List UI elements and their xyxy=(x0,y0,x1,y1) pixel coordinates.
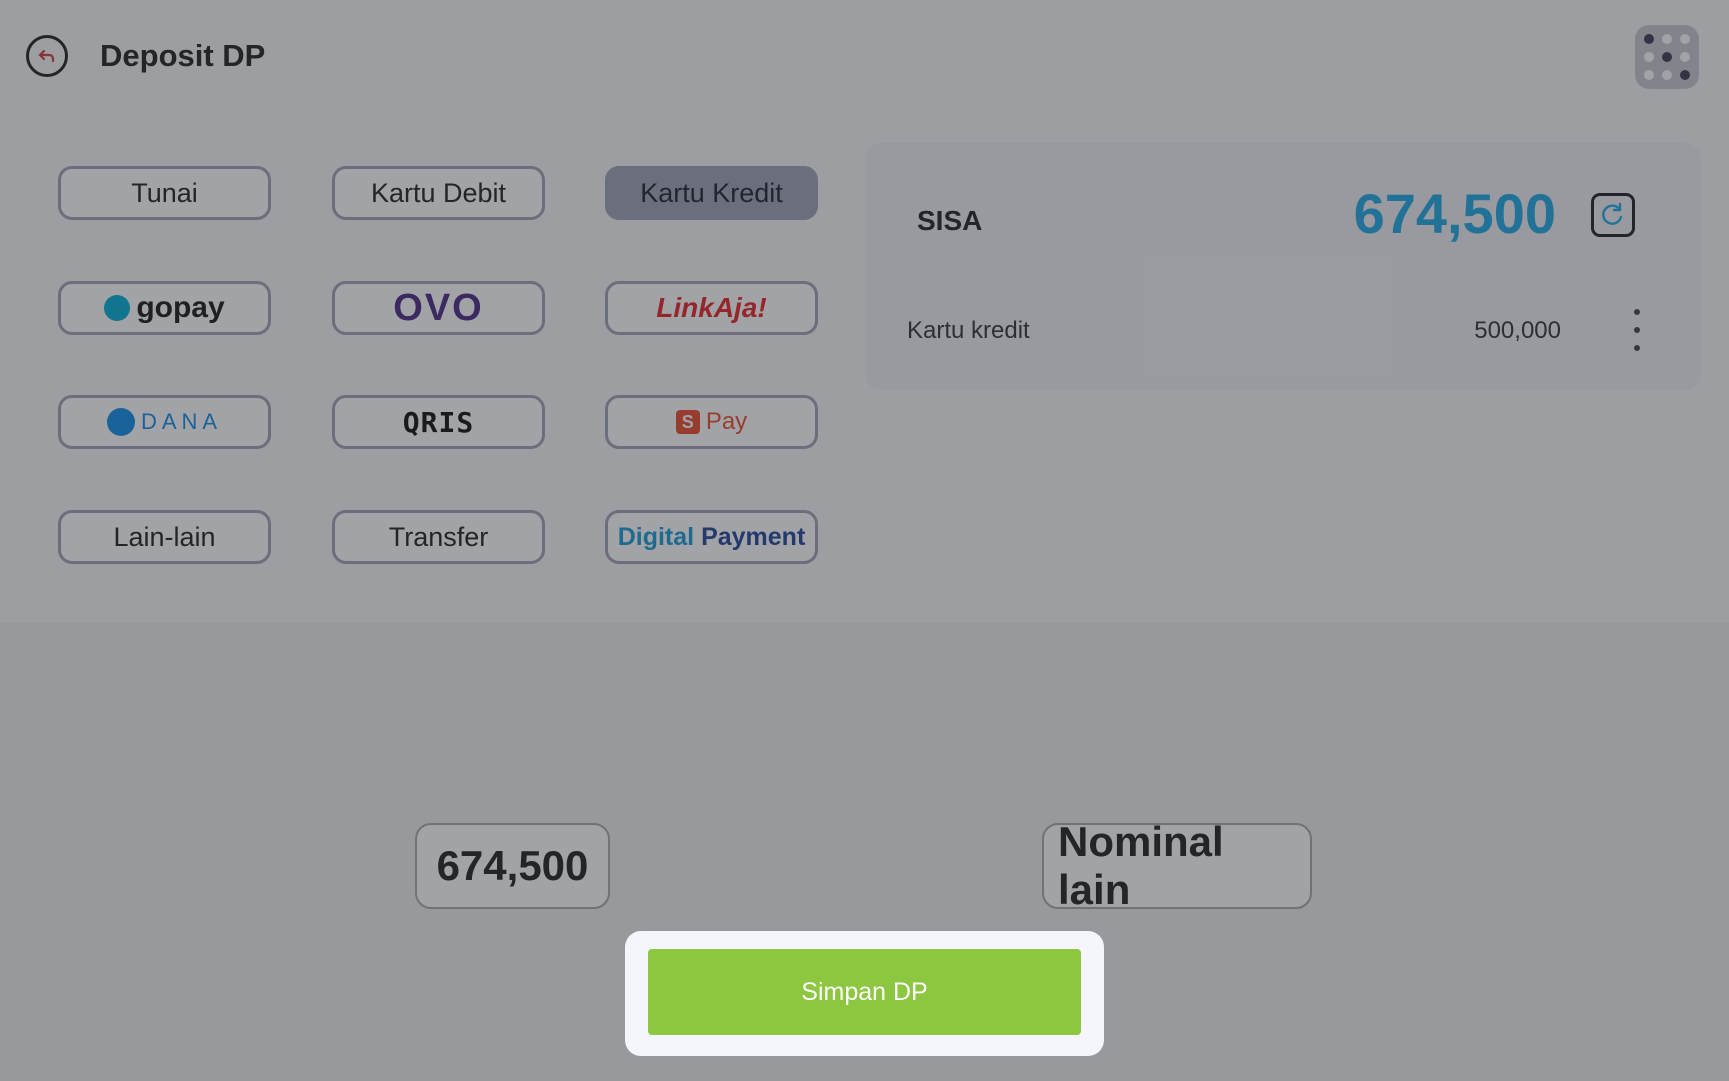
dana-logo: DANA xyxy=(106,408,223,436)
page-title: Deposit DP xyxy=(100,38,266,73)
gopay-text: gopay xyxy=(136,291,225,324)
payment-digital-payment-button[interactable]: Digital Payment xyxy=(605,510,818,564)
save-dp-button[interactable]: Simpan DP xyxy=(648,949,1081,1035)
refresh-button[interactable] xyxy=(1591,193,1635,237)
digital-payment-logo: Digital Payment xyxy=(618,523,806,552)
payment-label: Transfer xyxy=(388,521,489,552)
payment-kartu-kredit-button[interactable]: Kartu Kredit xyxy=(605,166,818,220)
payment-label: Lain-lain xyxy=(113,521,216,552)
ovo-logo: OVO xyxy=(393,286,484,329)
payment-shopeepay-button[interactable]: S Pay xyxy=(605,395,818,449)
back-button[interactable] xyxy=(26,35,68,77)
payment-gopay-button[interactable]: gopay xyxy=(58,281,271,335)
gopay-wallet-icon xyxy=(104,295,131,321)
entry-amount: 500,000 xyxy=(1474,317,1561,344)
shopeepay-logo: S Pay xyxy=(675,408,748,436)
linkaja-logo: LinkAja! xyxy=(656,292,767,323)
remaining-label: SISA xyxy=(917,205,983,236)
payment-tunai-button[interactable]: Tunai xyxy=(58,166,271,220)
payment-label: Tunai xyxy=(131,177,198,208)
gopay-logo: gopay xyxy=(104,291,225,325)
refresh-icon xyxy=(1602,202,1623,225)
summary-panel: SISA 674,500 Kartu kredit 500,000 xyxy=(865,143,1701,390)
exact-amount-button[interactable]: 674,500 xyxy=(415,823,610,909)
digital-payment-text-a: Digital xyxy=(617,522,695,551)
payment-dana-button[interactable]: DANA xyxy=(58,395,271,449)
payment-transfer-button[interactable]: Transfer xyxy=(332,510,545,564)
back-arrow-icon xyxy=(38,49,55,63)
payment-label: Kartu Kredit xyxy=(640,177,783,208)
qris-logo: QRIS xyxy=(402,405,475,439)
payment-linkaja-button[interactable]: LinkAja! xyxy=(605,281,818,335)
payment-qris-button[interactable]: QRIS xyxy=(332,395,545,449)
shopeepay-bag-icon: S xyxy=(675,410,700,434)
grid-dots-icon xyxy=(1644,34,1690,80)
payment-label: Kartu Debit xyxy=(370,177,507,208)
digital-payment-text-b: Payment xyxy=(701,522,806,551)
payment-lain-lain-button[interactable]: Lain-lain xyxy=(58,510,271,564)
dana-text: DANA xyxy=(140,409,223,434)
dana-icon xyxy=(106,408,135,436)
save-button-highlight: Simpan DP xyxy=(625,931,1104,1056)
entry-more-options-icon[interactable] xyxy=(1629,309,1645,351)
other-amount-button[interactable]: Nominal lain xyxy=(1042,818,1312,913)
shopeepay-text: Pay xyxy=(705,408,748,435)
apps-menu-button[interactable] xyxy=(1635,25,1699,89)
remaining-value: 674,500 xyxy=(1353,182,1556,245)
entry-method: Kartu kredit xyxy=(907,317,1030,344)
payment-ovo-button[interactable]: OVO xyxy=(332,281,545,335)
payment-kartu-debit-button[interactable]: Kartu Debit xyxy=(332,166,545,220)
